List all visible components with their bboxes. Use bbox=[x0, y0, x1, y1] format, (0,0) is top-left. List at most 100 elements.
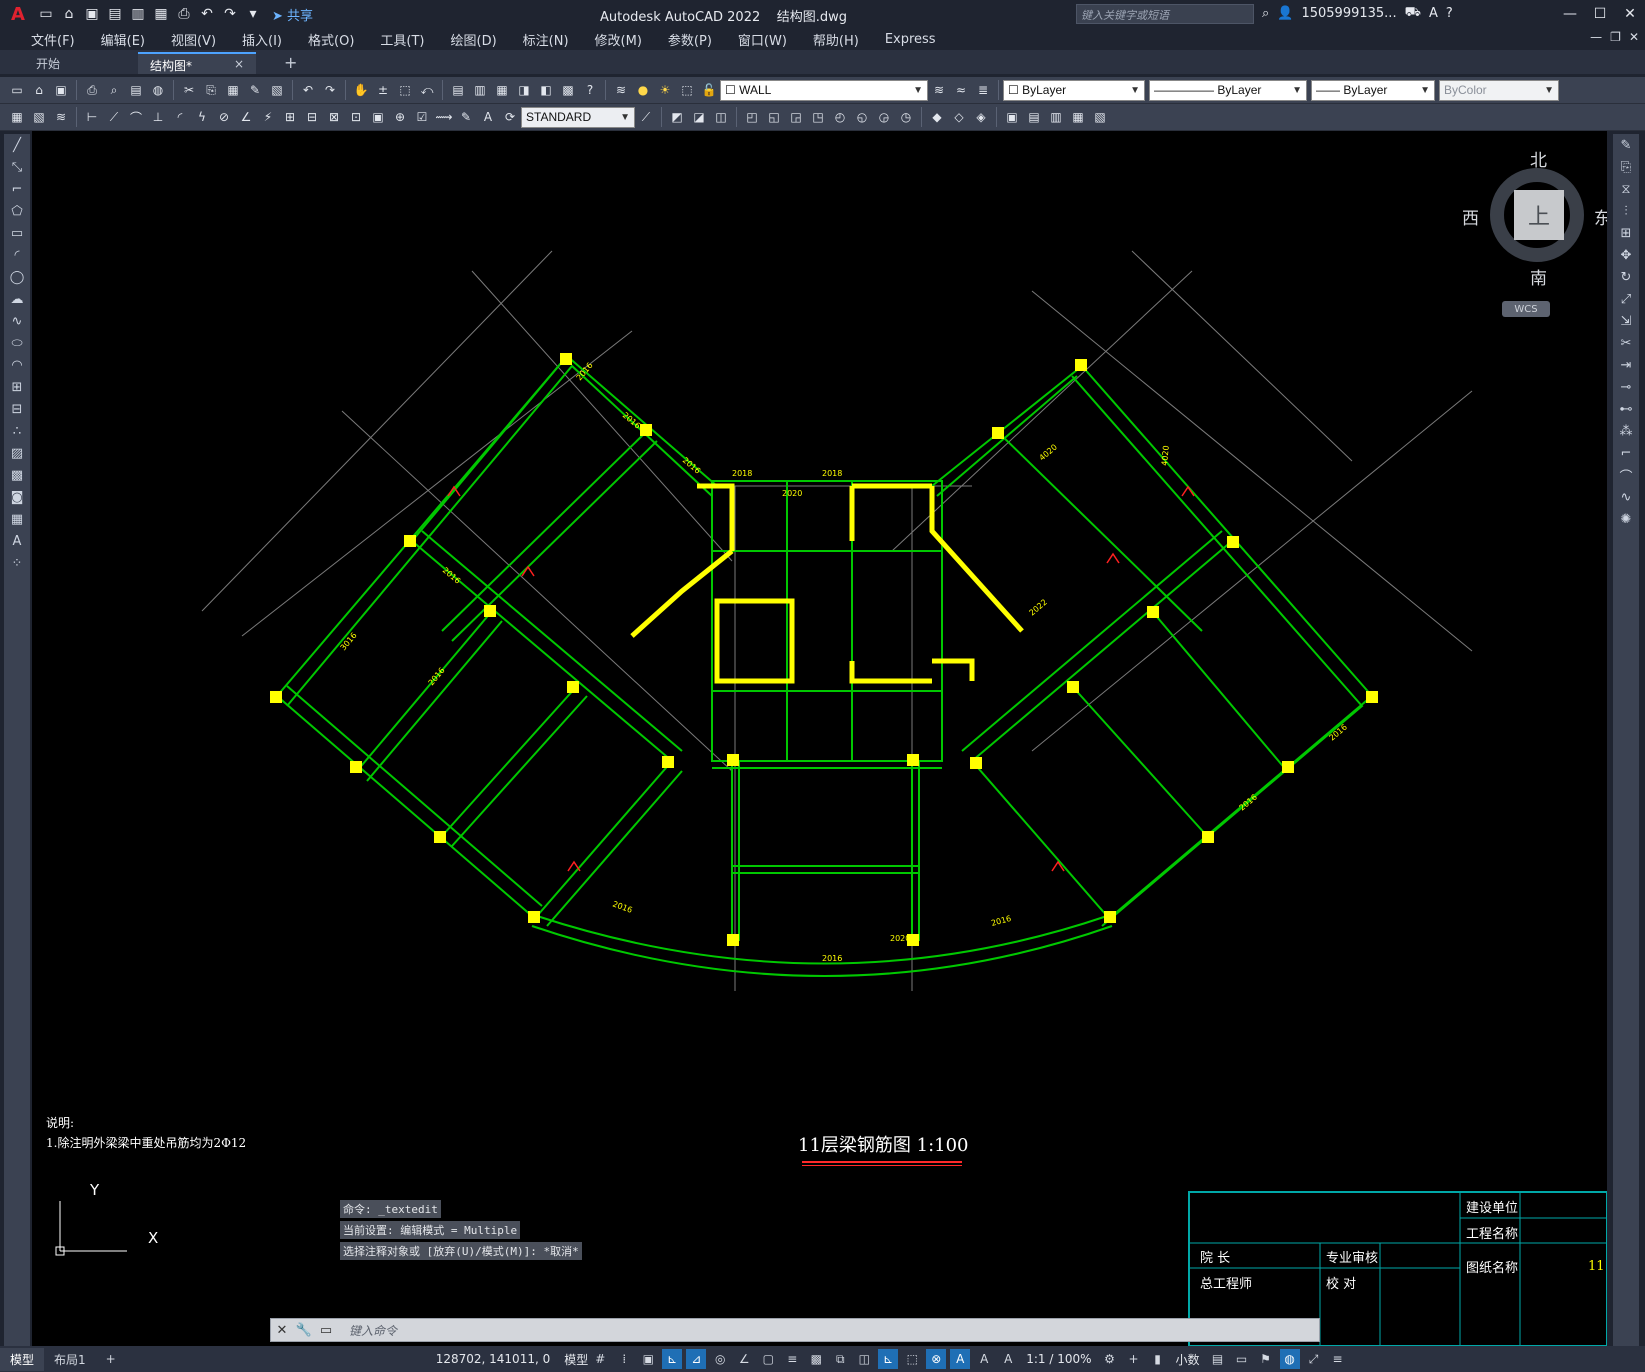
annotation-scale-icon[interactable]: A bbox=[998, 1349, 1018, 1369]
move-icon[interactable]: ✥ bbox=[1613, 244, 1639, 266]
viewcube-top-face[interactable]: 上 bbox=[1514, 190, 1564, 240]
quick-properties-icon[interactable]: ▦ bbox=[7, 107, 27, 127]
new-file-icon[interactable]: ▭ bbox=[36, 4, 56, 24]
construction-line-icon[interactable]: ⤡ bbox=[4, 156, 30, 178]
maximize-icon[interactable]: ☐ bbox=[1585, 0, 1615, 28]
markup-icon[interactable]: ◧ bbox=[536, 80, 556, 100]
dim-break-icon[interactable]: ⊡ bbox=[346, 107, 366, 127]
help-icon[interactable]: ? bbox=[580, 80, 600, 100]
linear-dim-icon[interactable]: ⊢ bbox=[82, 107, 102, 127]
annotation-monitor-icon[interactable]: + bbox=[1124, 1349, 1144, 1369]
dim-edit-icon[interactable]: ✎ bbox=[456, 107, 476, 127]
model-space-button[interactable]: 模型 bbox=[564, 1351, 588, 1368]
grid-icon[interactable]: # bbox=[590, 1349, 610, 1369]
offset-icon[interactable]: ⫶ bbox=[1613, 200, 1639, 222]
user-icon[interactable]: 👤 bbox=[1277, 6, 1293, 21]
zaxis-ucs-icon[interactable]: ◴ bbox=[830, 107, 850, 127]
layer-walk-icon[interactable]: ≋ bbox=[51, 107, 71, 127]
chamfer-icon[interactable]: ⌐ bbox=[1613, 442, 1639, 464]
add-selected-icon[interactable]: ⁘ bbox=[4, 552, 30, 574]
new-tab-button[interactable]: + bbox=[284, 53, 297, 72]
spline-icon[interactable]: ∿ bbox=[4, 310, 30, 332]
close-icon[interactable]: ✕ bbox=[1615, 0, 1645, 28]
baseline-icon[interactable]: ⊞ bbox=[280, 107, 300, 127]
blend-icon[interactable]: ∿ bbox=[1613, 486, 1639, 508]
properties-icon[interactable]: ▤ bbox=[448, 80, 468, 100]
ucs-previous-icon[interactable]: ◫ bbox=[711, 107, 731, 127]
units-icon[interactable]: ▮ bbox=[1148, 1349, 1168, 1369]
tab-model[interactable]: 模型 bbox=[0, 1347, 45, 1371]
layer-viewport-icon[interactable]: ⬚ bbox=[677, 80, 697, 100]
arc-icon[interactable]: ◜ bbox=[4, 244, 30, 266]
rectangle-icon[interactable]: ▭ bbox=[4, 222, 30, 244]
3point-ucs-icon[interactable]: ◵ bbox=[852, 107, 872, 127]
menu-tools[interactable]: 工具(T) bbox=[367, 30, 437, 49]
diameter-icon[interactable]: ⊘ bbox=[214, 107, 234, 127]
quick-dim-icon[interactable]: ⚡ bbox=[258, 107, 278, 127]
table-icon[interactable]: ▦ bbox=[4, 508, 30, 530]
quick-properties-icon[interactable]: ▤ bbox=[1208, 1349, 1228, 1369]
osnap-icon[interactable]: ▢ bbox=[758, 1349, 778, 1369]
polar-icon[interactable]: ⊿ bbox=[686, 1349, 707, 1369]
tolerance-icon[interactable]: ▣ bbox=[368, 107, 388, 127]
pan-icon[interactable]: ✋ bbox=[351, 80, 371, 100]
block-editor-icon[interactable]: ▧ bbox=[267, 80, 287, 100]
command-customize-icon[interactable]: 🔧 bbox=[293, 1323, 315, 1338]
save-icon[interactable]: ▣ bbox=[51, 80, 71, 100]
radius-icon[interactable]: ◜ bbox=[170, 107, 190, 127]
drawing-canvas[interactable]: 2016 2016 2016 2016 3016 2016 2018 2018 … bbox=[32, 131, 1607, 1347]
hatch-icon[interactable]: ▨ bbox=[4, 442, 30, 464]
gradient-icon[interactable]: ▩ bbox=[4, 464, 30, 486]
zoom-previous-icon[interactable]: ⤺ bbox=[417, 80, 437, 100]
tool-palettes-icon[interactable]: ▦ bbox=[492, 80, 512, 100]
redo-icon[interactable]: ↷ bbox=[320, 80, 340, 100]
isodraft-icon[interactable]: ◎ bbox=[710, 1349, 730, 1369]
make-current-icon[interactable]: ≋ bbox=[929, 80, 949, 100]
menu-window[interactable]: 窗口(W) bbox=[725, 30, 800, 49]
menu-file[interactable]: 文件(F) bbox=[18, 30, 88, 49]
menu-insert[interactable]: 插入(I) bbox=[229, 30, 295, 49]
menu-format[interactable]: 格式(O) bbox=[295, 30, 367, 49]
inspection-icon[interactable]: ☑ bbox=[412, 107, 432, 127]
viewcube-west[interactable]: 西 bbox=[1462, 204, 1479, 229]
layer-on-icon[interactable]: ● bbox=[633, 80, 653, 100]
origin-ucs-icon[interactable]: ◳ bbox=[808, 107, 828, 127]
menu-view[interactable]: 视图(V) bbox=[158, 30, 229, 49]
undo-icon[interactable]: ↶ bbox=[197, 4, 217, 24]
otrack-icon[interactable]: ∠ bbox=[734, 1349, 754, 1369]
copy-object-icon[interactable]: ⎘ bbox=[1613, 156, 1639, 178]
plotstyle-dropdown[interactable]: ByColor ▼ bbox=[1439, 79, 1559, 101]
command-line[interactable]: ✕ 🔧 ▭ 键入命令 bbox=[270, 1318, 1320, 1342]
xucs-icon[interactable]: ◶ bbox=[874, 107, 894, 127]
linetype-dropdown[interactable]: ————— ByLayer ▼ bbox=[1149, 79, 1307, 101]
snap-icon[interactable]: ⁞ bbox=[614, 1349, 634, 1369]
paste-icon[interactable]: ▦ bbox=[223, 80, 243, 100]
units[interactable]: 小数 bbox=[1176, 1351, 1200, 1368]
selection-filter-icon[interactable]: ⬚ bbox=[902, 1349, 922, 1369]
insert-block-icon[interactable]: ⊞ bbox=[4, 376, 30, 398]
center-mark-icon[interactable]: ⊕ bbox=[390, 107, 410, 127]
region-icon[interactable]: ◙ bbox=[4, 486, 30, 508]
polyline-icon[interactable]: ⌐ bbox=[4, 178, 30, 200]
trim-icon[interactable]: ✂ bbox=[1613, 332, 1639, 354]
annotation-visibility-icon[interactable]: A bbox=[950, 1349, 971, 1369]
lock-ui-icon[interactable]: ▭ bbox=[1232, 1349, 1252, 1369]
gizmo-icon[interactable]: ⊗ bbox=[926, 1349, 947, 1369]
object-ucs-icon[interactable]: ◱ bbox=[764, 107, 784, 127]
menu-help[interactable]: 帮助(H) bbox=[800, 30, 872, 49]
doc-minimize-icon[interactable]: — bbox=[1590, 30, 1602, 44]
shaded-icon[interactable]: ◇ bbox=[949, 107, 969, 127]
autodesk-app-icon[interactable]: A bbox=[1429, 6, 1438, 21]
yucs-icon[interactable]: ◷ bbox=[896, 107, 916, 127]
coordinates[interactable]: 128702, 141011, 0 bbox=[436, 1352, 551, 1366]
break-point-icon[interactable]: ⊸ bbox=[1613, 376, 1639, 398]
layer-freeze-icon[interactable]: ☀ bbox=[655, 80, 675, 100]
ortho-icon[interactable]: ⊾ bbox=[662, 1349, 683, 1369]
isolate-icon[interactable]: ⚑ bbox=[1256, 1349, 1276, 1369]
continue-icon[interactable]: ⊟ bbox=[302, 107, 322, 127]
layer-properties-icon[interactable]: ≋ bbox=[611, 80, 631, 100]
menu-modify[interactable]: 修改(M) bbox=[582, 30, 655, 49]
match-icon[interactable]: ▧ bbox=[29, 107, 49, 127]
walk-icon[interactable]: ▥ bbox=[1046, 107, 1066, 127]
scale-icon[interactable]: ⤢ bbox=[1613, 288, 1639, 310]
